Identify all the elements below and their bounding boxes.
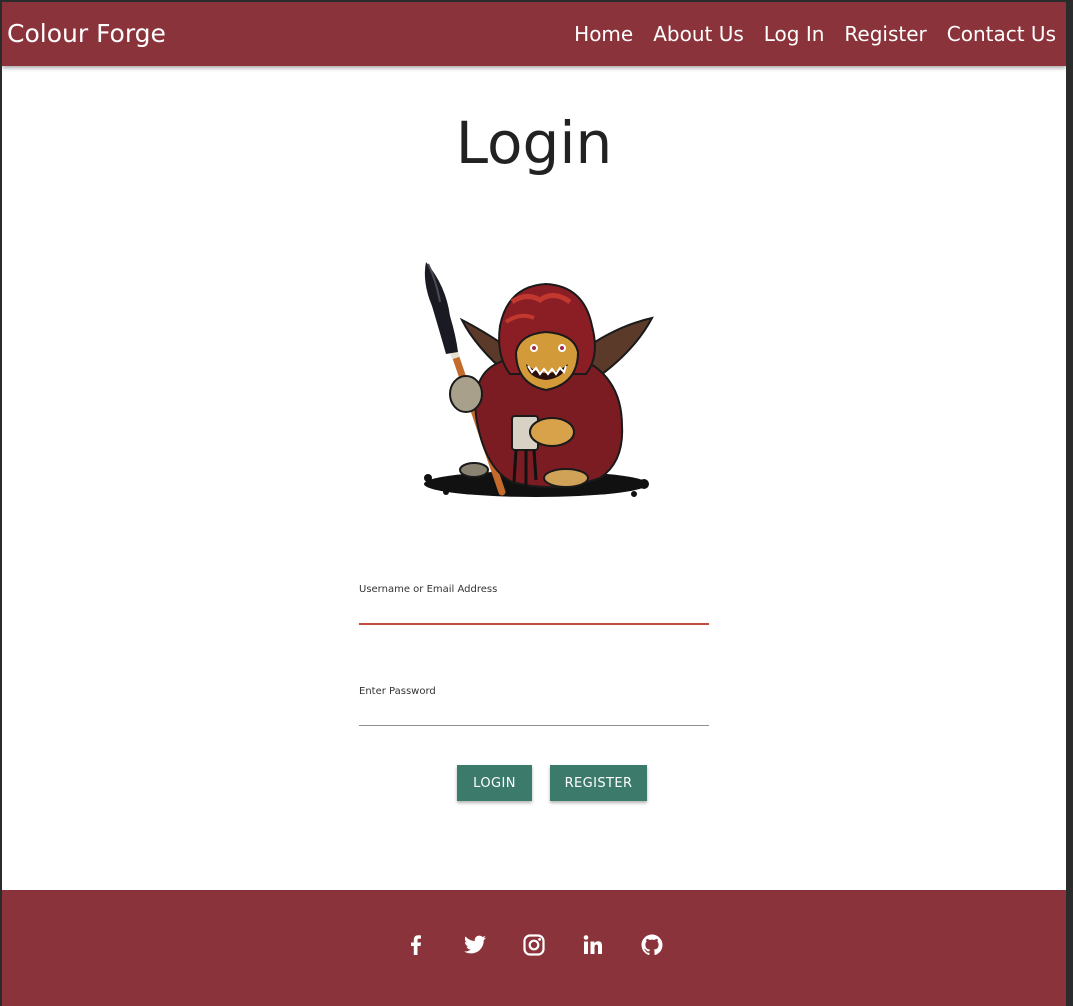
nav-link-log-in[interactable]: Log In (764, 19, 825, 49)
facebook-icon[interactable] (404, 933, 428, 957)
nav-link-home[interactable]: Home (574, 19, 633, 49)
password-input[interactable] (359, 708, 709, 725)
instagram-icon[interactable] (522, 933, 546, 957)
password-underline (359, 724, 709, 726)
username-label: Username or Email Address (359, 584, 498, 595)
twitter-icon[interactable] (463, 933, 487, 957)
goblin-painter-image (424, 262, 654, 497)
github-icon[interactable] (640, 933, 664, 957)
linkedin-icon[interactable] (581, 933, 605, 957)
page: Colour Forge Home About Us Log In Regist… (2, 2, 1066, 1006)
page-title: Login (455, 109, 613, 177)
username-field: Username or Email Address (359, 584, 709, 625)
login-button[interactable]: LOGIN (457, 765, 532, 801)
username-input[interactable] (359, 606, 709, 623)
social-links (2, 933, 1066, 957)
footer (2, 890, 1066, 1006)
password-field: Enter Password (359, 686, 709, 726)
nav-link-about-us[interactable]: About Us (653, 19, 744, 49)
nav-link-register[interactable]: Register (844, 19, 926, 49)
nav-links: Home About Us Log In Register Contact Us (574, 19, 1056, 49)
password-label: Enter Password (359, 686, 436, 697)
username-underline (359, 622, 709, 625)
brand-logo[interactable]: Colour Forge (7, 17, 166, 51)
register-button[interactable]: REGISTER (550, 765, 647, 801)
nav-link-contact-us[interactable]: Contact Us (947, 19, 1056, 49)
navbar: Colour Forge Home About Us Log In Regist… (2, 2, 1066, 66)
